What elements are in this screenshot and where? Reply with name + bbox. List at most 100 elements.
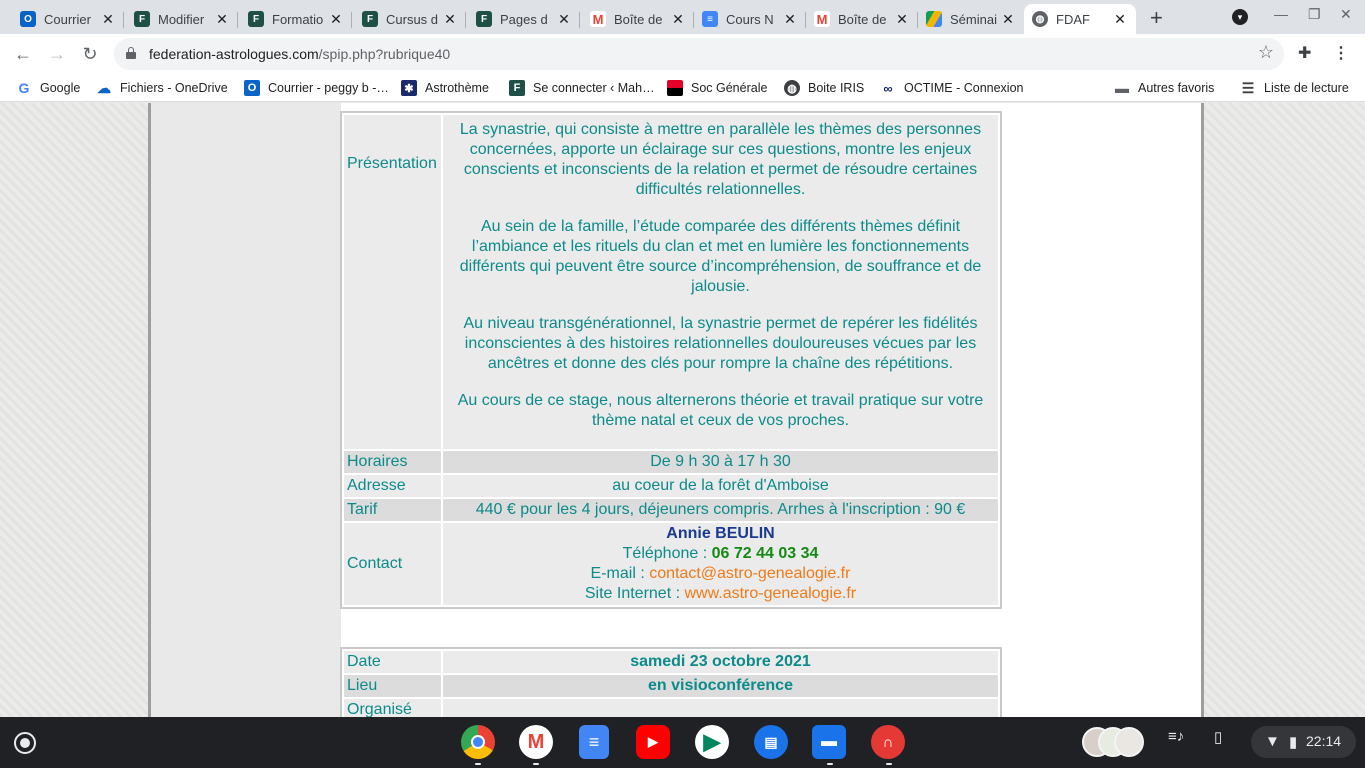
close-icon[interactable]: ✕ [214, 11, 230, 28]
tab-search-chevron-icon[interactable]: ▾ [1232, 9, 1248, 25]
bookmark-soc-generale[interactable]: Soc Générale [667, 80, 767, 96]
tab-title: Boîte de [838, 11, 887, 27]
browser-toolbar: ← → ↻ federation-astrologues.com/spip.ph… [0, 34, 1365, 74]
maximize-icon[interactable]: ❐ [1308, 6, 1321, 23]
bookmark-label: Boite IRIS [808, 81, 865, 95]
contact-site-line: Site Internet : www.astro-genealogie.fr [447, 584, 994, 604]
tab-title: Cours N [726, 11, 774, 27]
event-details-table: Présentation La synastrie, qui consiste … [340, 111, 1002, 609]
bookmark-courrier[interactable]: O Courrier - peggy b -… [244, 80, 389, 96]
tab-formation[interactable]: F Formatio ✕ [240, 4, 352, 34]
gmail-icon[interactable]: M [519, 725, 553, 759]
bookmark-label: OCTIME - Connexion [904, 81, 1024, 95]
contact-email-link[interactable]: contact@astro-genealogie.fr [649, 565, 850, 582]
tab-title: Formatio [272, 11, 324, 27]
table-row: Présentation La synastrie, qui consiste … [344, 115, 998, 449]
extensions-puzzle-icon[interactable]: ✚ [1298, 43, 1311, 63]
table-row: Adresse au coeur de la forêt d'Amboise [344, 475, 998, 497]
clock[interactable]: 22:14 [1306, 733, 1341, 749]
google-docs-icon[interactable]: ≡ [579, 725, 609, 759]
tab-title: Pages d [500, 11, 548, 27]
globe-icon: ◍ [784, 80, 800, 96]
tab-modifier[interactable]: F Modifier ✕ [126, 4, 238, 34]
youtube-icon[interactable]: ▶ [636, 725, 670, 759]
fdaf-logo-icon: F [362, 11, 378, 27]
phone-hub-icon[interactable]: ▯ [1214, 728, 1222, 746]
tab-pages[interactable]: F Pages d ✕ [468, 4, 580, 34]
tab-title: Cursus d [386, 11, 439, 27]
files-icon[interactable]: ▬ [812, 725, 846, 759]
window-close-icon[interactable]: ✕ [1340, 6, 1352, 23]
contact-site-link[interactable]: www.astro-genealogie.fr [684, 585, 856, 602]
close-icon[interactable]: ✕ [670, 11, 686, 28]
tab-fdaf-active[interactable]: ◍ FDAF ✕ [1024, 4, 1136, 34]
phone-prefix: Téléphone : [622, 545, 712, 562]
presentation-paragraph: Au cours de ce stage, nous alternerons t… [457, 392, 984, 429]
reading-list[interactable]: ☰ Liste de lecture [1240, 80, 1349, 96]
close-icon[interactable]: ✕ [1112, 11, 1128, 28]
bookmark-onedrive[interactable]: ☁ Fichiers - OneDrive [96, 80, 228, 96]
bookmarks-bar: G Google ☁ Fichiers - OneDrive O Courrie… [0, 74, 1365, 102]
contact-value: Annie BEULIN Téléphone : 06 72 44 03 34 … [443, 523, 998, 605]
bookmark-astrotheme[interactable]: ✱ Astrothème [401, 80, 489, 96]
table-row: Lieu en visioconférence [344, 675, 998, 697]
reload-icon[interactable]: ↻ [78, 42, 102, 66]
new-tab-plus-icon[interactable]: + [1150, 5, 1163, 31]
close-icon[interactable]: ✕ [782, 11, 798, 28]
tab-courrier[interactable]: O Courrier ✕ [12, 4, 124, 34]
close-icon[interactable]: ✕ [100, 11, 116, 28]
google-drive-icon [926, 11, 942, 27]
table-row: Tarif 440 € pour les 4 jours, déjeuners … [344, 499, 998, 521]
contact-phone-line: Téléphone : 06 72 44 03 34 [447, 544, 994, 564]
presentation-paragraph: Au sein de la famille, l’étude comparée … [459, 218, 982, 295]
close-icon[interactable]: ✕ [894, 11, 910, 28]
holding-space-thumbnail-icon[interactable] [1114, 727, 1144, 757]
tab-strip: O Courrier ✕ F Modifier ✕ F Formatio ✕ F… [0, 0, 1365, 34]
close-icon[interactable]: ✕ [1000, 11, 1016, 28]
menu-kebab-icon[interactable]: ⋮ [1333, 43, 1349, 63]
bookmark-label: Google [40, 81, 81, 95]
lieu-label: Lieu [344, 675, 441, 697]
tab-cours[interactable]: ≡ Cours N ✕ [694, 4, 806, 34]
presentation-paragraph: La synastrie, qui consiste à mettre en p… [459, 121, 982, 198]
url-domain: federation-astrologues.com [149, 46, 319, 62]
headphones-icon[interactable]: ∩ [871, 725, 905, 759]
socgen-icon [667, 80, 683, 96]
bookmark-octime[interactable]: ∞ OCTIME - Connexion [880, 80, 1023, 96]
url-text[interactable]: federation-astrologues.com/spip.php?rubr… [149, 46, 450, 62]
close-icon[interactable]: ✕ [556, 11, 572, 28]
address-bar[interactable]: federation-astrologues.com/spip.php?rubr… [114, 38, 1284, 70]
lock-icon[interactable] [126, 47, 136, 59]
astrotheme-icon: ✱ [401, 80, 417, 96]
bookmark-google[interactable]: G Google [16, 80, 81, 96]
media-controls-icon[interactable]: ≡♪ [1168, 728, 1184, 745]
close-icon[interactable]: ✕ [442, 11, 458, 28]
forward-arrow-icon[interactable]: → [45, 42, 69, 66]
outlook-icon: O [20, 11, 36, 27]
play-store-icon[interactable]: ▶ [695, 725, 729, 759]
minimize-icon[interactable]: — [1274, 6, 1288, 22]
bookmark-star-icon[interactable]: ☆ [1258, 42, 1274, 63]
bookmark-autres-favoris[interactable]: ▬ Autres favoris [1114, 80, 1214, 96]
messages-icon[interactable]: ▤ [754, 725, 788, 759]
web-page: Présentation La synastrie, qui consiste … [0, 103, 1365, 717]
contact-label: Contact [344, 523, 441, 605]
octime-icon: ∞ [883, 80, 893, 96]
tab-gmail-1[interactable]: M Boîte de ✕ [582, 4, 694, 34]
lieu-value: en visioconférence [443, 675, 998, 697]
launcher-icon[interactable] [14, 732, 36, 754]
tab-seminaire[interactable]: Séminai ✕ [918, 4, 1024, 34]
chrome-icon[interactable] [461, 725, 495, 759]
bookmark-boite-iris[interactable]: ◍ Boite IRIS [784, 80, 864, 96]
fdaf-logo-icon: F [509, 80, 525, 96]
bookmark-se-connecter[interactable]: F Se connecter ‹ Mah… [509, 80, 655, 96]
tab-cursus[interactable]: F Cursus d ✕ [354, 4, 466, 34]
email-prefix: E-mail : [590, 565, 650, 582]
tarif-value: 440 € pour les 4 jours, déjeuners compri… [443, 499, 998, 521]
bookmark-label: Soc Générale [691, 81, 768, 95]
google-icon: G [18, 80, 30, 96]
back-arrow-icon[interactable]: ← [11, 42, 35, 66]
event2-details-table: Date samedi 23 octobre 2021 Lieu en visi… [340, 647, 1002, 717]
close-icon[interactable]: ✕ [328, 11, 344, 28]
tab-gmail-2[interactable]: M Boîte de ✕ [806, 4, 918, 34]
